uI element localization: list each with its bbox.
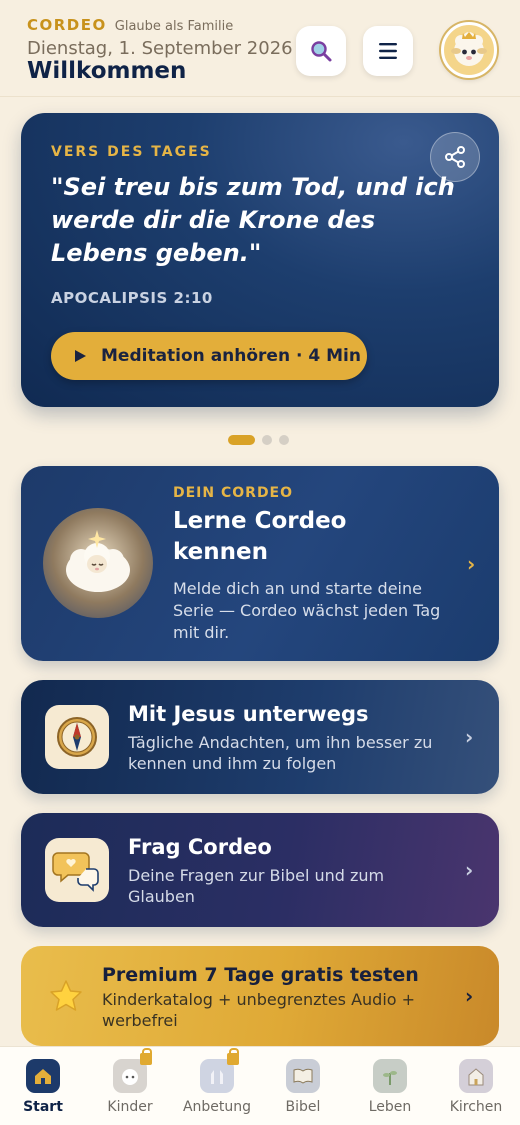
lamb-icon	[113, 1048, 152, 1093]
avatar[interactable]	[441, 22, 497, 78]
bible-icon	[286, 1059, 320, 1093]
play-icon	[75, 350, 86, 362]
chevron-right-icon: ›	[465, 984, 474, 1008]
feature-card-jesus[interactable]: Mit Jesus unterwegs Tägliche Andachten, …	[21, 680, 499, 794]
feature-title: Mit Jesus unterwegs	[128, 702, 369, 726]
brand-row: CORDEO Glaube als Familie	[27, 16, 233, 34]
lamb-avatar-icon	[451, 32, 487, 66]
tab-bibel[interactable]: Bibel	[263, 1059, 343, 1115]
search-button[interactable]	[296, 26, 346, 76]
brand-tagline: Glaube als Familie	[114, 19, 234, 34]
chevron-right-icon: ›	[465, 725, 474, 749]
lock-icon	[227, 1048, 239, 1065]
feature-title: Frag Cordeo	[128, 835, 272, 859]
app-header: CORDEO Glaube als Familie Dienstag, 1. S…	[0, 0, 520, 97]
page-title: Willkommen	[27, 58, 187, 84]
hamburger-icon	[379, 43, 397, 59]
share-icon	[445, 146, 465, 168]
tab-label: Kinder	[107, 1099, 153, 1115]
compass-icon	[57, 717, 97, 757]
star-icon	[50, 980, 82, 1011]
worship-hands-icon	[200, 1048, 239, 1093]
chevron-right-icon: ›	[465, 858, 474, 882]
verse-of-the-day-card[interactable]: VERS DES TAGES "Sei treu bis zum Tod, un…	[21, 113, 499, 407]
home-icon	[26, 1059, 60, 1093]
feature-icon-box	[45, 838, 109, 902]
meet-cordeo-card[interactable]: DEIN CORDEO Lerne Cordeo kennen Melde di…	[21, 466, 499, 661]
play-meditation-label: Meditation anhören · 4 Min	[101, 346, 361, 366]
carousel-dot-2[interactable]	[262, 435, 272, 445]
premium-description: Kinderkatalog + unbegrenztes Audio + wer…	[102, 990, 416, 1030]
menu-button[interactable]	[363, 26, 413, 76]
current-date: Dienstag, 1. September 2026	[27, 38, 293, 59]
brand-name: CORDEO	[27, 16, 107, 34]
carousel-dot-3[interactable]	[279, 435, 289, 445]
play-meditation-button[interactable]: Meditation anhören · 4 Min	[51, 332, 367, 380]
sleeping-lamb-icon	[66, 530, 130, 592]
tab-label: Leben	[368, 1099, 412, 1115]
premium-trial-banner[interactable]: Premium 7 Tage gratis testen Kinderkatal…	[21, 946, 499, 1046]
feature-description: Deine Fragen zur Bibel und zum Glauben	[128, 866, 385, 906]
chevron-right-icon: ›	[467, 552, 476, 576]
tab-kirchen[interactable]: Kirchen	[436, 1059, 516, 1115]
tab-label: Anbetung	[182, 1099, 252, 1115]
lamb-illustration	[43, 508, 153, 618]
carousel-pagination	[228, 435, 289, 445]
feature-icon-box	[45, 705, 109, 769]
premium-title: Premium 7 Tage gratis testen	[102, 964, 419, 986]
tab-anbetung[interactable]: Anbetung	[177, 1048, 257, 1115]
feature-card-ask-cordeo[interactable]: Frag Cordeo Deine Fragen zur Bibel und z…	[21, 813, 499, 927]
church-icon	[459, 1059, 493, 1093]
verse-label: VERS DES TAGES	[51, 144, 212, 160]
verse-reference: APOCALIPSIS 2:10	[51, 289, 213, 307]
cordeo-kicker: DEIN CORDEO	[173, 485, 294, 501]
tab-label: Bibel	[285, 1099, 321, 1115]
bottom-tab-bar: Start Kinder Anbetung Bibel Leben Kirche…	[0, 1046, 520, 1125]
tab-label: Kirchen	[449, 1099, 503, 1115]
chat-bubbles-icon	[52, 852, 99, 892]
tab-kinder[interactable]: Kinder	[90, 1048, 170, 1115]
cordeo-description: Melde dich an und starte deine Serie — C…	[173, 579, 441, 642]
verse-text: "Sei treu bis zum Tod, und ich werde dir…	[51, 173, 455, 267]
cordeo-title: Lerne Cordeo kennen	[173, 508, 347, 565]
tab-leben[interactable]: Leben	[350, 1059, 430, 1115]
carousel-dot-1[interactable]	[228, 435, 255, 445]
plant-icon	[373, 1059, 407, 1093]
feature-description: Tägliche Andachten, um ihn besser zu ken…	[128, 733, 433, 773]
search-icon	[311, 41, 332, 62]
tab-label: Start	[23, 1099, 63, 1115]
tab-start[interactable]: Start	[3, 1059, 83, 1115]
lock-icon	[140, 1048, 152, 1065]
